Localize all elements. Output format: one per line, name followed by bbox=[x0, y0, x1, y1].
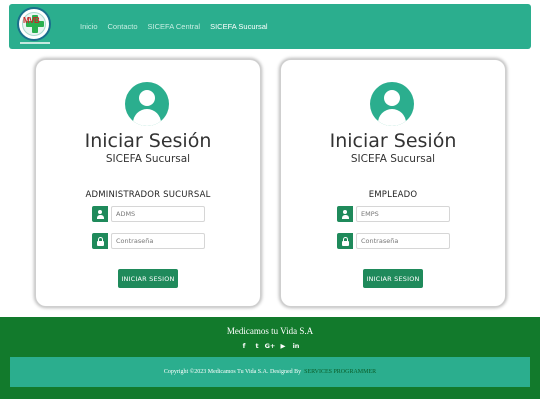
user-icon-body bbox=[96, 214, 104, 219]
avatar-head bbox=[139, 90, 155, 106]
card-subtitle: SICEFA Sucursal bbox=[350, 153, 436, 165]
user-icon-head bbox=[98, 210, 102, 214]
facebook-icon[interactable]: f bbox=[238, 342, 251, 350]
employee-login-card: Iniciar Sesión SICEFA Sucursal EMPLEADO … bbox=[280, 59, 506, 307]
footer-title: Medicamos tu Vida S.A bbox=[226, 326, 314, 336]
admin-username-input[interactable] bbox=[111, 206, 205, 222]
youtube-icon[interactable]: ▶ bbox=[277, 342, 290, 350]
user-avatar-icon bbox=[370, 82, 414, 126]
user-icon bbox=[337, 206, 353, 222]
lock-addon bbox=[337, 233, 353, 249]
card-subtitle: SICEFA Sucursal bbox=[105, 153, 191, 165]
user-addon bbox=[92, 206, 108, 222]
lock-icon bbox=[92, 233, 108, 249]
company-logo[interactable]: MVB bbox=[17, 7, 51, 45]
admin-password-group bbox=[92, 233, 205, 249]
admin-username-group bbox=[92, 206, 205, 222]
logo-underline bbox=[20, 42, 50, 44]
card-title: Iniciar Sesión bbox=[329, 130, 457, 152]
avatar-body bbox=[378, 109, 406, 126]
avatar-body bbox=[133, 109, 161, 126]
employee-password-input[interactable] bbox=[356, 233, 450, 249]
employee-password-group bbox=[337, 233, 450, 249]
user-addon bbox=[337, 206, 353, 222]
social-links: f t G+ ▶ in bbox=[0, 342, 540, 350]
employee-username-input[interactable] bbox=[356, 206, 450, 222]
top-navbar: MVB Inicio Contacto SICEFA Central SICEF… bbox=[9, 4, 531, 49]
user-avatar-icon bbox=[125, 82, 169, 126]
lock-icon-body bbox=[341, 240, 349, 246]
nav-links: Inicio Contacto SICEFA Central SICEFA Su… bbox=[75, 4, 273, 49]
google-plus-icon[interactable]: G+ bbox=[264, 342, 277, 350]
twitter-icon[interactable]: t bbox=[251, 342, 264, 350]
employee-username-group bbox=[337, 206, 450, 222]
user-icon-head bbox=[343, 210, 347, 214]
role-label: EMPLEADO bbox=[368, 190, 418, 200]
logo-mark: MVB bbox=[23, 16, 40, 25]
copyright-text: Copyright ©2023 Medicamos Tu Vida S.A. D… bbox=[163, 369, 302, 375]
footer: Medicamos tu Vida S.A f t G+ ▶ in Copyri… bbox=[0, 317, 540, 399]
user-icon bbox=[92, 206, 108, 222]
lock-icon-body bbox=[96, 240, 104, 246]
nav-link-inicio[interactable]: Inicio bbox=[80, 22, 98, 31]
lock-addon bbox=[92, 233, 108, 249]
employee-login-button[interactable]: INICIAR SESION bbox=[363, 269, 423, 288]
lock-icon bbox=[337, 233, 353, 249]
avatar-head bbox=[384, 90, 400, 106]
role-label: ADMINISTRADOR SUCURSAL bbox=[85, 190, 211, 200]
linkedin-icon[interactable]: in bbox=[290, 342, 303, 350]
admin-login-button[interactable]: INICIAR SESION bbox=[118, 269, 178, 288]
nav-link-contacto[interactable]: Contacto bbox=[108, 22, 138, 31]
admin-password-input[interactable] bbox=[111, 233, 205, 249]
user-icon-body bbox=[341, 214, 349, 219]
nav-link-sicefa-sucursal[interactable]: SICEFA Sucursal bbox=[210, 22, 268, 31]
nav-link-sicefa-central[interactable]: SICEFA Central bbox=[148, 22, 201, 31]
admin-login-card: Iniciar Sesión SICEFA Sucursal ADMINISTR… bbox=[35, 59, 261, 307]
copyright-bar: Copyright ©2023 Medicamos Tu Vida S.A. D… bbox=[10, 357, 530, 387]
card-title: Iniciar Sesión bbox=[84, 130, 212, 152]
designer-link[interactable]: SERVICES PROGRAMMER bbox=[304, 369, 376, 375]
